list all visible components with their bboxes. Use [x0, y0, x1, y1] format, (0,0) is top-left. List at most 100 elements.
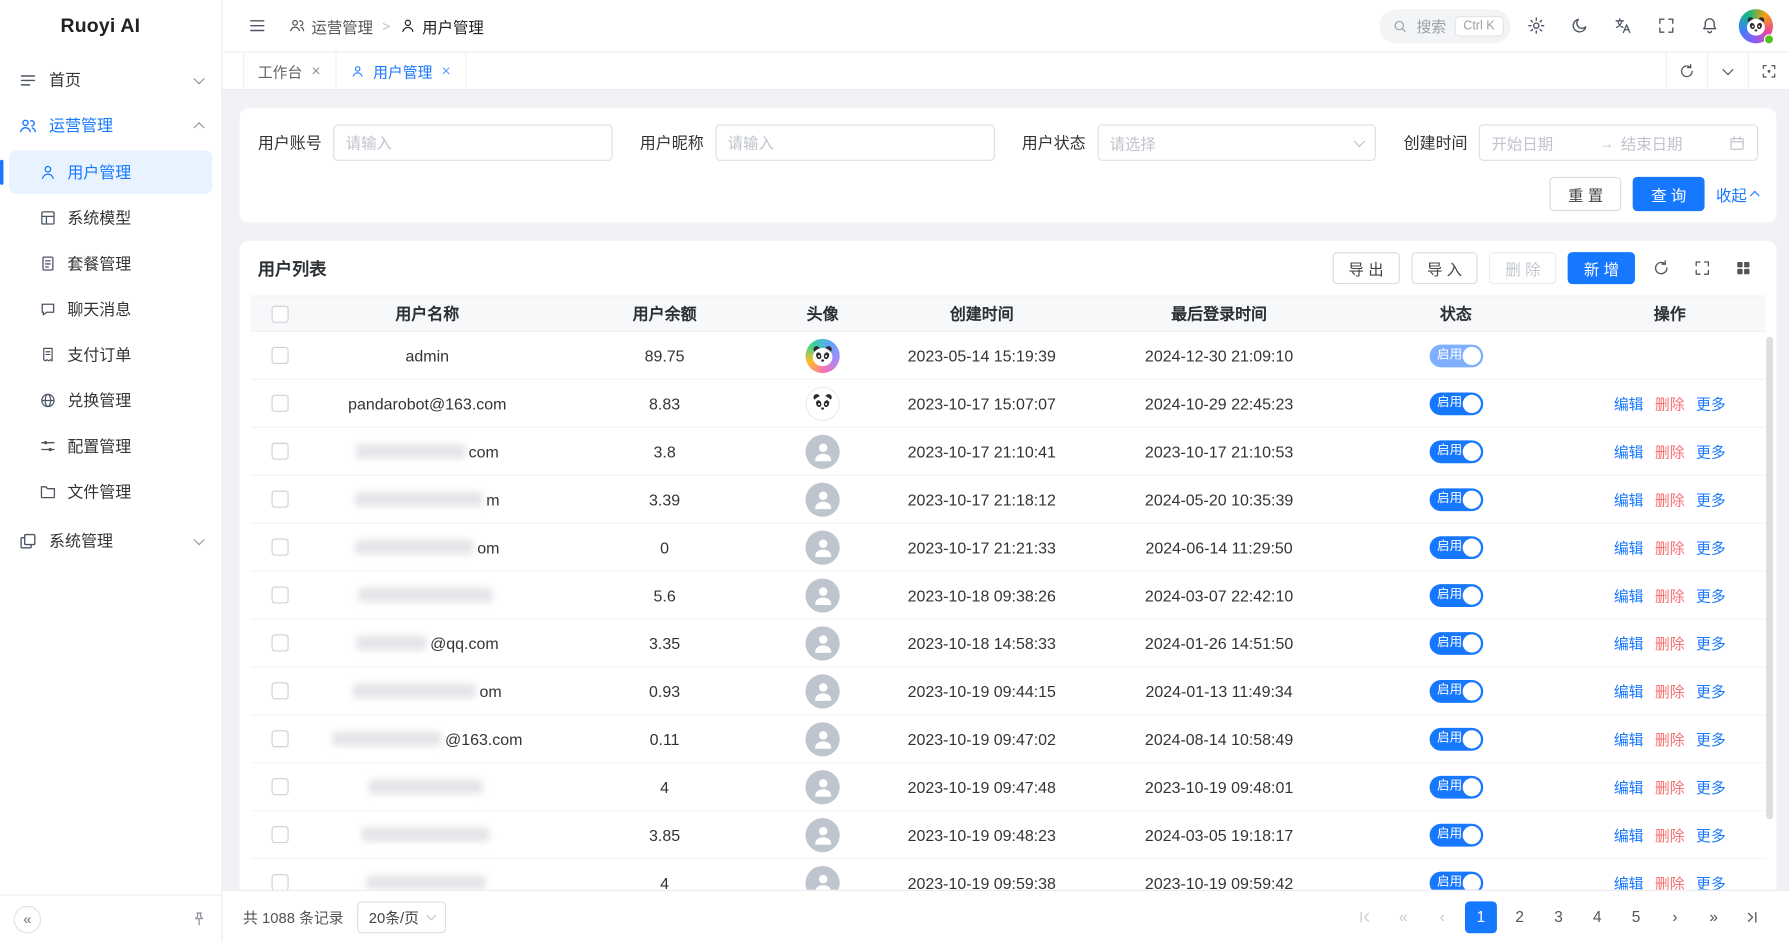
edit-link[interactable]: 编辑 — [1614, 584, 1644, 606]
edit-link[interactable]: 编辑 — [1614, 824, 1644, 846]
status-toggle[interactable]: 启用 — [1429, 488, 1483, 511]
sidebar-item-exchange-management[interactable]: 兑换管理 — [9, 379, 212, 422]
edit-link[interactable]: 编辑 — [1614, 776, 1644, 798]
content-fullscreen-icon[interactable] — [1748, 52, 1789, 89]
more-link[interactable]: 更多 — [1696, 632, 1726, 654]
more-link[interactable]: 更多 — [1696, 488, 1726, 510]
first-page-button[interactable] — [1349, 901, 1381, 933]
status-toggle[interactable]: 启用 — [1429, 871, 1483, 890]
delete-link[interactable]: 删除 — [1655, 680, 1685, 702]
page-button-3[interactable]: 3 — [1543, 901, 1575, 933]
status-toggle[interactable]: 启用 — [1429, 632, 1483, 655]
delete-button[interactable]: 删 除 — [1489, 252, 1556, 284]
more-link[interactable]: 更多 — [1696, 536, 1726, 558]
last-page-button[interactable] — [1737, 901, 1769, 933]
status-toggle[interactable]: 启用 — [1429, 536, 1483, 559]
more-link[interactable]: 更多 — [1696, 392, 1726, 414]
status-toggle[interactable]: 启用 — [1429, 584, 1483, 607]
fullscreen-icon[interactable] — [1648, 7, 1685, 44]
sidebar-item-chat-messages[interactable]: 聊天消息 — [9, 288, 212, 331]
row-checkbox[interactable] — [271, 443, 288, 460]
tab-workbench[interactable]: 工作台 — [243, 52, 337, 89]
page-size-select[interactable]: 20条/页 — [357, 901, 446, 933]
row-checkbox[interactable] — [271, 347, 288, 364]
delete-link[interactable]: 删除 — [1655, 872, 1685, 890]
edit-link[interactable]: 编辑 — [1614, 440, 1644, 462]
prev-10-pages-button[interactable]: « — [1387, 901, 1419, 933]
status-toggle[interactable]: 启用 — [1429, 775, 1483, 798]
status-select[interactable]: 请选择 — [1097, 124, 1376, 161]
tab-menu-chevron-icon[interactable] — [1707, 52, 1748, 89]
row-checkbox[interactable] — [271, 586, 288, 603]
dark-mode-moon-icon[interactable] — [1561, 7, 1598, 44]
status-toggle[interactable]: 启用 — [1429, 679, 1483, 702]
close-tab-icon[interactable] — [310, 65, 321, 76]
row-checkbox[interactable] — [271, 778, 288, 795]
select-all-checkbox[interactable] — [271, 305, 288, 322]
edit-link[interactable]: 编辑 — [1614, 872, 1644, 890]
column-settings-icon[interactable] — [1729, 253, 1759, 283]
sidebar-item-payment-orders[interactable]: 支付订单 — [9, 333, 212, 376]
settings-gear-icon[interactable] — [1517, 7, 1554, 44]
tab-user-management[interactable]: 用户管理 — [337, 52, 467, 89]
delete-link[interactable]: 删除 — [1655, 440, 1685, 462]
close-tab-icon[interactable] — [440, 65, 451, 76]
sidebar-item-operations[interactable]: 运营管理 — [0, 103, 221, 149]
more-link[interactable]: 更多 — [1696, 728, 1726, 750]
edit-link[interactable]: 编辑 — [1614, 536, 1644, 558]
reset-button[interactable]: 重 置 — [1550, 177, 1622, 211]
delete-link[interactable]: 删除 — [1655, 536, 1685, 558]
table-scrollbar[interactable] — [1766, 337, 1773, 886]
sidebar-item-home[interactable]: 首页 — [0, 57, 221, 103]
nickname-input[interactable] — [715, 124, 994, 161]
sidebar-collapse-button[interactable]: « — [14, 905, 41, 932]
sidebar-item-system-model[interactable]: 系统模型 — [9, 196, 212, 239]
notification-bell-icon[interactable] — [1691, 7, 1728, 44]
hamburger-menu-icon[interactable] — [238, 7, 275, 44]
sidebar-item-config-management[interactable]: 配置管理 — [9, 424, 212, 467]
page-button-4[interactable]: 4 — [1581, 901, 1613, 933]
account-input[interactable] — [333, 124, 612, 161]
status-toggle[interactable]: 启用 — [1429, 440, 1483, 463]
edit-link[interactable]: 编辑 — [1614, 728, 1644, 750]
more-link[interactable]: 更多 — [1696, 680, 1726, 702]
edit-link[interactable]: 编辑 — [1614, 488, 1644, 510]
status-toggle[interactable]: 启用 — [1429, 344, 1483, 367]
more-link[interactable]: 更多 — [1696, 872, 1726, 890]
edit-link[interactable]: 编辑 — [1614, 392, 1644, 414]
edit-link[interactable]: 编辑 — [1614, 632, 1644, 654]
page-button-5[interactable]: 5 — [1620, 901, 1652, 933]
delete-link[interactable]: 删除 — [1655, 776, 1685, 798]
delete-link[interactable]: 删除 — [1655, 824, 1685, 846]
status-toggle[interactable]: 启用 — [1429, 823, 1483, 846]
refresh-table-icon[interactable] — [1646, 253, 1676, 283]
more-link[interactable]: 更多 — [1696, 776, 1726, 798]
table-fullscreen-icon[interactable] — [1687, 253, 1717, 283]
breadcrumb-user-management[interactable]: 用户管理 — [399, 14, 483, 37]
delete-link[interactable]: 删除 — [1655, 392, 1685, 414]
row-checkbox[interactable] — [271, 634, 288, 651]
breadcrumb-operations[interactable]: 运营管理 — [289, 14, 373, 37]
more-link[interactable]: 更多 — [1696, 824, 1726, 846]
row-checkbox[interactable] — [271, 395, 288, 412]
status-toggle[interactable]: 启用 — [1429, 392, 1483, 415]
refresh-page-icon[interactable] — [1666, 52, 1707, 89]
import-button[interactable]: 导 入 — [1411, 252, 1478, 284]
export-button[interactable]: 导 出 — [1333, 252, 1400, 284]
delete-link[interactable]: 删除 — [1655, 584, 1685, 606]
row-checkbox[interactable] — [271, 826, 288, 843]
next-10-pages-button[interactable]: » — [1698, 901, 1730, 933]
row-checkbox[interactable] — [271, 874, 288, 890]
add-button[interactable]: 新 增 — [1568, 252, 1635, 284]
sidebar-item-package-management[interactable]: 套餐管理 — [9, 242, 212, 285]
sidebar-item-system-management[interactable]: 系统管理 — [0, 518, 221, 564]
logo[interactable]: Ruoyi AI — [0, 0, 221, 52]
collapse-filter-link[interactable]: 收起 — [1716, 183, 1758, 206]
edit-link[interactable]: 编辑 — [1614, 680, 1644, 702]
status-toggle[interactable]: 启用 — [1429, 727, 1483, 750]
delete-link[interactable]: 删除 — [1655, 632, 1685, 654]
sidebar-item-file-management[interactable]: 文件管理 — [9, 470, 212, 513]
pin-icon[interactable] — [191, 910, 208, 927]
scrollbar-thumb[interactable] — [1766, 337, 1773, 820]
row-checkbox[interactable] — [271, 539, 288, 556]
